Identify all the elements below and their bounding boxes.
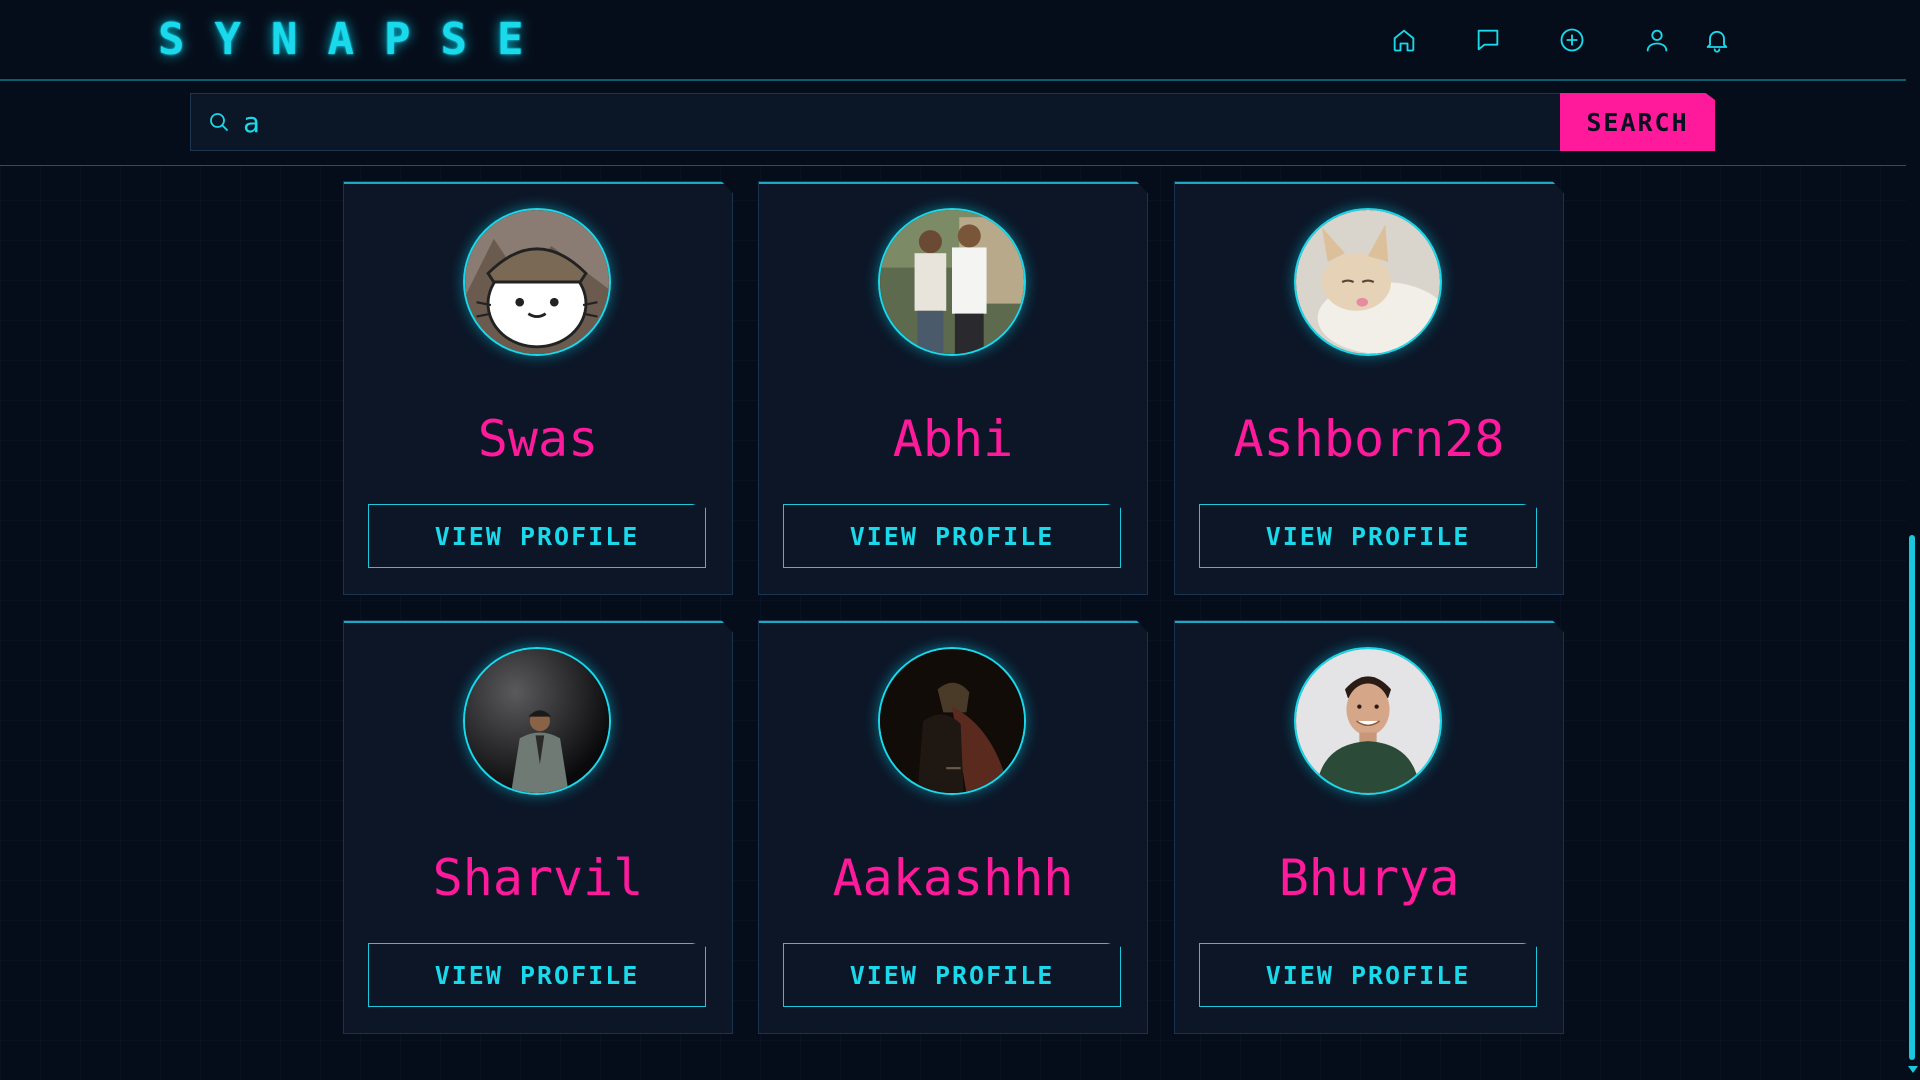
view-profile-button[interactable]: VIEW PROFILE — [783, 943, 1121, 1007]
user-card: Ashborn28 VIEW PROFILE — [1174, 181, 1564, 595]
username: Aakashhh — [832, 849, 1074, 907]
man-dark-photo-avatar[interactable] — [463, 647, 611, 795]
view-profile-button[interactable]: VIEW PROFILE — [1199, 943, 1537, 1007]
username: Ashborn28 — [1233, 410, 1505, 468]
home-icon[interactable] — [1388, 24, 1420, 56]
page-scrollbar[interactable] — [1906, 0, 1920, 1080]
bell-icon[interactable] — [1701, 24, 1733, 56]
view-profile-button[interactable]: VIEW PROFILE — [1199, 504, 1537, 568]
cartoon-cat-avatar[interactable] — [463, 208, 611, 356]
search-input[interactable] — [243, 94, 1543, 150]
smiling-man-photo-avatar[interactable] — [1294, 647, 1442, 795]
app-logo[interactable]: SYNAPSE — [158, 14, 553, 65]
search-icon — [210, 113, 228, 131]
search-field[interactable] — [190, 93, 1560, 151]
search-bar: SEARCH — [0, 81, 1906, 166]
user-icon[interactable] — [1641, 24, 1673, 56]
user-card: Abhi VIEW PROFILE — [758, 181, 1148, 595]
top-navbar: SYNAPSE — [0, 0, 1906, 81]
view-profile-button[interactable]: VIEW PROFILE — [368, 943, 706, 1007]
plus-circle-icon[interactable] — [1556, 24, 1588, 56]
user-card: Swas VIEW PROFILE — [343, 181, 733, 595]
dark-figure-photo-avatar[interactable] — [878, 647, 1026, 795]
user-card: Sharvil VIEW PROFILE — [343, 620, 733, 1034]
scroll-down-arrow-icon[interactable] — [1908, 1066, 1918, 1073]
user-card: Aakashhh VIEW PROFILE — [758, 620, 1148, 1034]
two-people-photo-avatar[interactable] — [878, 208, 1026, 356]
username: Swas — [477, 410, 599, 468]
view-profile-button[interactable]: VIEW PROFILE — [368, 504, 706, 568]
kitten-photo-avatar[interactable] — [1294, 208, 1442, 356]
username: Sharvil — [432, 849, 644, 907]
chat-icon[interactable] — [1472, 24, 1504, 56]
username: Bhurya — [1278, 849, 1460, 907]
username: Abhi — [892, 410, 1014, 468]
user-card: Bhurya VIEW PROFILE — [1174, 620, 1564, 1034]
search-button[interactable]: SEARCH — [1560, 93, 1715, 151]
view-profile-button[interactable]: VIEW PROFILE — [783, 504, 1121, 568]
scrollbar-thumb[interactable] — [1909, 535, 1915, 1060]
